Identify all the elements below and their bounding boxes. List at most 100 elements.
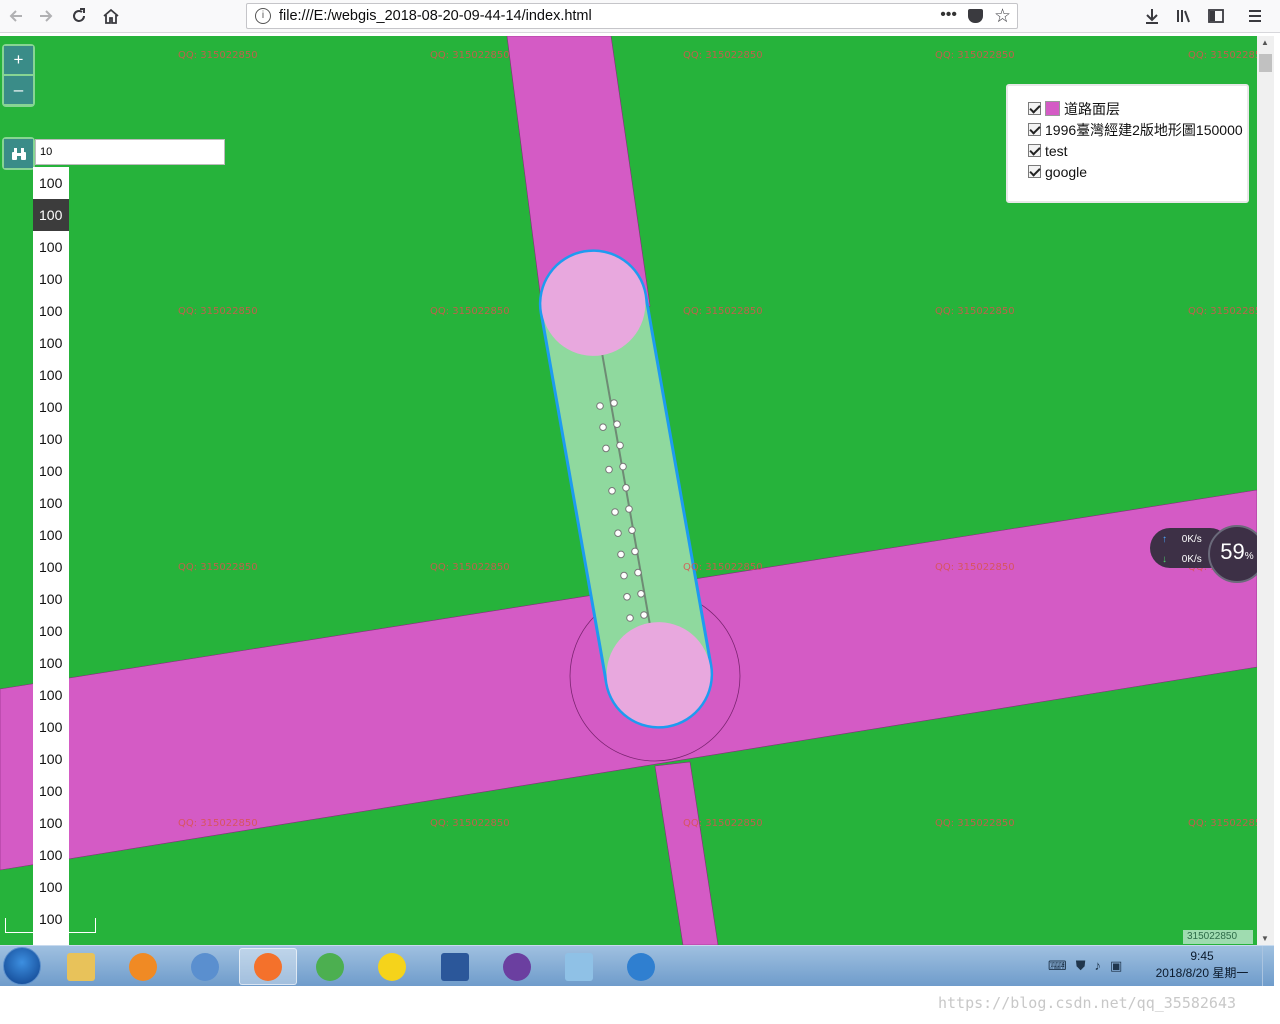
taskbar-app-globe[interactable] — [612, 948, 670, 985]
scroll-up-icon[interactable]: ▲ — [1261, 38, 1269, 47]
vertex-point[interactable] — [620, 571, 628, 580]
dropdown-option[interactable]: 100 — [33, 359, 69, 391]
vertex-point[interactable] — [640, 611, 648, 619]
downloads-icon[interactable] — [1140, 4, 1164, 28]
library-icon[interactable] — [1172, 4, 1196, 28]
dropdown-option[interactable]: 100 — [33, 711, 69, 743]
reload-icon[interactable] — [67, 4, 91, 28]
map-viewport[interactable]: QQ: 315022850 QQ: 315022850 QQ: 315022850 Q… — [0, 36, 1257, 945]
taskbar-app-firefox[interactable] — [239, 948, 297, 985]
zoom-in-button[interactable]: + — [4, 46, 33, 74]
layer-checkbox[interactable] — [1028, 102, 1041, 115]
dropdown-option[interactable]: 100 — [33, 775, 69, 807]
dropdown-option[interactable]: 100 — [33, 455, 69, 487]
vertex-point[interactable] — [619, 462, 627, 471]
vertex-point[interactable] — [617, 550, 625, 559]
taskbar-app-word[interactable] — [426, 948, 484, 985]
search-button[interactable] — [2, 137, 35, 170]
start-button[interactable] — [3, 947, 41, 985]
system-clock[interactable]: 9:45 2018/8/20 星期一 — [1148, 948, 1256, 982]
back-icon[interactable] — [4, 4, 28, 28]
vertex-point[interactable] — [605, 465, 613, 474]
menu-icon[interactable] — [1243, 4, 1267, 28]
dropdown-option[interactable]: 100 — [33, 423, 69, 455]
vertex-point[interactable] — [628, 526, 636, 535]
vertex-point[interactable] — [623, 593, 631, 601]
dropdown-option[interactable]: 100 — [33, 615, 69, 647]
forward-icon[interactable] — [34, 4, 58, 28]
dropdown-option[interactable]: 100 — [33, 679, 69, 711]
vertex-point[interactable] — [599, 423, 607, 432]
taskbar-app-explorer[interactable] — [52, 948, 110, 985]
pocket-icon[interactable] — [968, 9, 983, 23]
sidebar-icon[interactable] — [1204, 4, 1228, 28]
vertex-point[interactable] — [631, 547, 639, 556]
dropdown-option[interactable]: 100 — [33, 807, 69, 839]
network-monitor-widget[interactable]: ↑ 0K/s ↓ 0K/s 59% — [1150, 525, 1257, 583]
dropdown-option[interactable]: 100 — [33, 519, 69, 551]
dropdown-option[interactable]: 100 — [33, 871, 69, 903]
vertex-point[interactable] — [622, 484, 630, 492]
layer-row-topo[interactable]: 1996臺灣經建2版地形圖150000 — [1028, 119, 1247, 140]
vertex-point[interactable] — [610, 399, 618, 407]
layer-checkbox[interactable] — [1028, 123, 1041, 136]
scroll-thumb[interactable] — [1259, 54, 1272, 72]
taskbar-app-media-player[interactable] — [114, 948, 172, 985]
vertex-point[interactable] — [602, 444, 610, 453]
layer-row-test[interactable]: test — [1028, 140, 1247, 161]
shield-icon[interactable]: ⛊ — [1076, 958, 1086, 974]
layer-checkbox[interactable] — [1028, 165, 1041, 178]
url-bar[interactable]: i file:///E:/webgis_2018-08-20-09-44-14/… — [246, 3, 1018, 29]
layer-row-roads[interactable]: 道路面层 — [1028, 98, 1247, 119]
taskbar-app-chrome[interactable] — [301, 948, 359, 985]
vertical-scrollbar[interactable]: ▲ ▼ — [1257, 36, 1274, 945]
layer-row-google[interactable]: google — [1028, 161, 1247, 182]
dropdown-option[interactable]: 100 — [33, 263, 69, 295]
info-icon[interactable]: i — [255, 8, 271, 24]
vertex-point[interactable] — [626, 614, 634, 622]
search-input[interactable] — [35, 139, 225, 165]
network-icon[interactable]: ▣ — [1110, 958, 1122, 974]
dropdown-option[interactable]: 100 — [33, 295, 69, 327]
dropdown-option[interactable]: 100 — [33, 231, 69, 263]
taskbar-app-vmware[interactable] — [176, 948, 234, 985]
dropdown-option[interactable]: 100 — [33, 391, 69, 423]
watermark-text: QQ: 315022850 — [178, 562, 258, 573]
firefox-icon — [254, 952, 282, 981]
dropdown-option[interactable]: 100 — [33, 551, 69, 583]
vertex-point[interactable] — [611, 508, 619, 516]
bookmark-star-icon[interactable]: ☆ — [994, 5, 1011, 28]
zoom-out-button[interactable]: – — [4, 76, 33, 104]
dropdown-option[interactable]: 100 — [33, 839, 69, 871]
taskbar-app-visual-studio[interactable] — [488, 948, 546, 985]
dropdown-option[interactable]: 100 — [33, 327, 69, 359]
dropdown-option[interactable]: 100 — [33, 167, 69, 199]
dropdown-option[interactable]: 100 — [33, 743, 69, 775]
autocomplete-dropdown[interactable]: 100 100 100 100 100 100 100 100 100 100 100 100 100 1… — [33, 167, 69, 945]
dropdown-option[interactable]: 100 — [33, 583, 69, 615]
footer-watermark: https://blog.csdn.net/qq_35582643 — [938, 994, 1237, 1012]
vertex-point[interactable] — [625, 505, 633, 513]
vertex-point[interactable] — [596, 402, 604, 410]
dropdown-option[interactable]: 100 — [33, 487, 69, 519]
taskbar-app-qq-music[interactable] — [363, 948, 421, 985]
page-actions-icon[interactable]: ••• — [940, 6, 957, 24]
vertex-point[interactable] — [634, 568, 642, 577]
ime-icon[interactable]: ⌨ — [1048, 958, 1067, 974]
download-row: ↓ 0K/s — [1162, 554, 1202, 565]
home-icon[interactable] — [99, 4, 123, 28]
layer-checkbox[interactable] — [1028, 144, 1041, 157]
vertex-point[interactable] — [616, 441, 624, 450]
vertex-point[interactable] — [608, 487, 616, 495]
dropdown-option[interactable]: 100 — [33, 647, 69, 679]
watermark-text: QQ: 315022850 — [683, 562, 763, 573]
taskbar-app-notepad[interactable] — [550, 948, 608, 985]
dropdown-option[interactable]: 100 — [33, 199, 69, 231]
scroll-down-icon[interactable]: ▼ — [1261, 934, 1269, 943]
volume-icon[interactable]: ♪ — [1095, 958, 1102, 974]
vertex-point[interactable] — [637, 590, 645, 598]
vertex-point[interactable] — [614, 529, 622, 538]
vertex-point[interactable] — [613, 420, 621, 429]
watermark-text: QQ: 315022850 — [430, 562, 510, 573]
show-desktop-button[interactable] — [1262, 946, 1274, 986]
